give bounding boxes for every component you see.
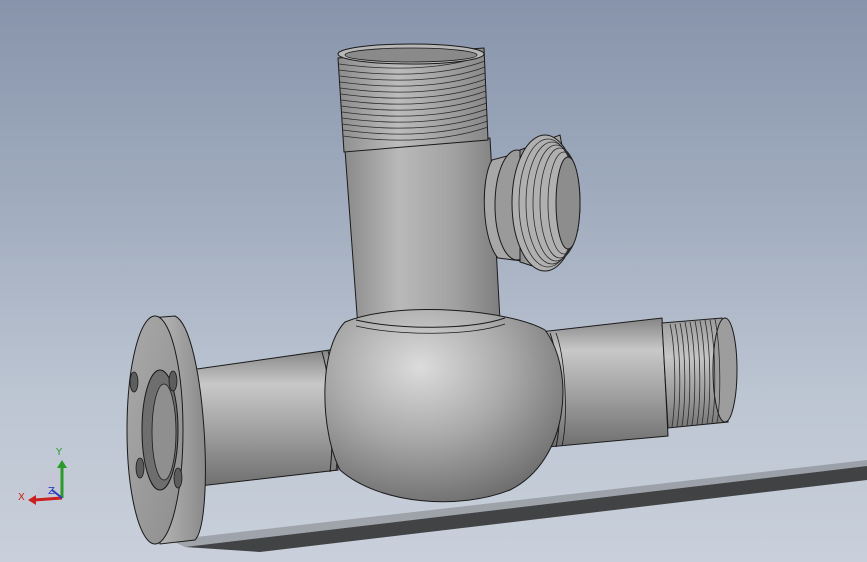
x-axis-label: X (18, 492, 25, 503)
side-branch[interactable] (483, 134, 581, 272)
x-axis-head (28, 495, 36, 505)
y-axis-label: Y (55, 447, 63, 458)
valve-stem[interactable] (344, 137, 501, 329)
model-canvas[interactable]: Y X Z (0, 0, 867, 562)
inlet-flange[interactable] (126, 315, 206, 545)
bolt-hole (168, 370, 178, 392)
bolt-hole (135, 457, 145, 479)
top-thread[interactable] (337, 43, 489, 153)
bolt-hole (129, 371, 139, 393)
valve-ball-body[interactable] (324, 309, 564, 503)
z-axis-label: Z (48, 486, 55, 497)
inlet-pipe[interactable] (189, 349, 339, 487)
graphics-viewport[interactable]: Y X Z (0, 0, 867, 562)
reference-triad[interactable]: Y X Z (18, 447, 67, 505)
outlet-thread[interactable] (661, 317, 738, 429)
x-axis-arrow (33, 496, 63, 502)
y-axis-head (57, 460, 67, 468)
bolt-hole (173, 467, 183, 489)
